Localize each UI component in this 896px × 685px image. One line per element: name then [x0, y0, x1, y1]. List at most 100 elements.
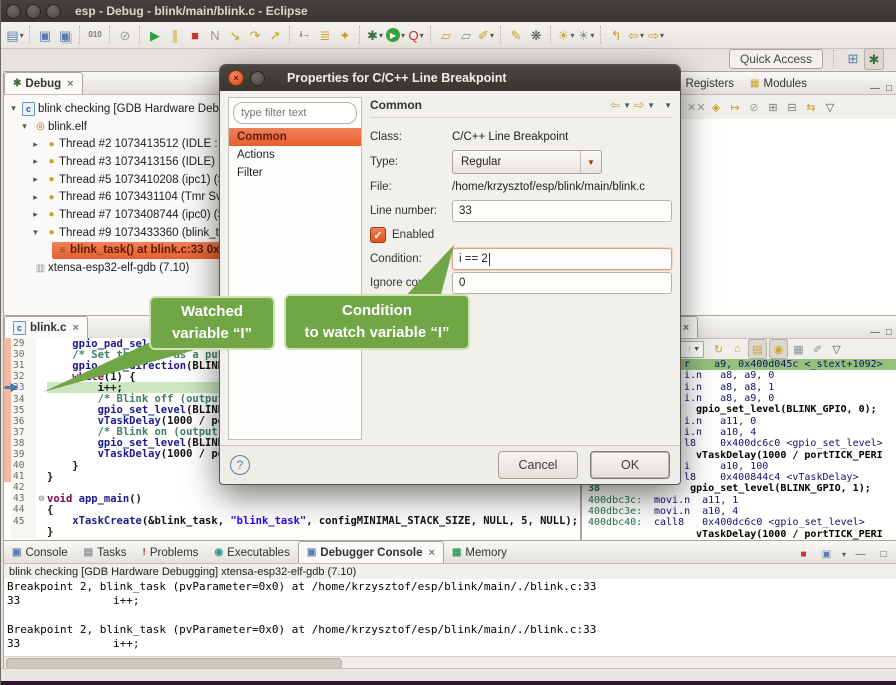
- profile-icon[interactable]: ✦: [336, 25, 354, 45]
- use-step-filters-icon[interactable]: ≣: [316, 25, 334, 45]
- dialog-nav-actions[interactable]: Actions: [229, 146, 361, 164]
- mark-occurrences-icon[interactable]: ✎: [507, 25, 525, 45]
- build-all-icon[interactable]: ❋: [527, 25, 545, 45]
- tree-collapsed-arrow-icon[interactable]: ▸: [30, 174, 41, 185]
- build-binary-icon[interactable]: 010: [86, 25, 104, 45]
- display-selected-console-icon[interactable]: ▣: [818, 545, 835, 563]
- tree-collapsed-arrow-icon[interactable]: ▸: [30, 156, 41, 167]
- collapse-all-icon[interactable]: ⊟: [783, 98, 800, 116]
- close-icon[interactable]: ×: [683, 322, 689, 334]
- dialog-nav-filter[interactable]: Filter: [229, 164, 361, 182]
- tree-collapsed-arrow-icon[interactable]: ▸: [30, 139, 41, 150]
- chevron-down-icon[interactable]: ▾: [640, 31, 644, 40]
- step-return-icon[interactable]: ↗: [266, 25, 284, 45]
- debug-icon[interactable]: ✱▾: [366, 25, 384, 45]
- instruction-stepping-icon[interactable]: i→: [296, 25, 314, 45]
- help-icon[interactable]: ?: [230, 455, 250, 475]
- chevron-down-icon[interactable]: ▾: [401, 31, 405, 40]
- tab-console[interactable]: ▣Console: [4, 542, 76, 563]
- window-close-button[interactable]: [6, 4, 21, 19]
- console-output[interactable]: Breakpoint 2, blink_task (pvParameter=0x…: [4, 579, 896, 657]
- back-icon[interactable]: ⇦: [610, 98, 620, 112]
- terminate-icon[interactable]: ■: [186, 25, 204, 45]
- terminate-console-icon[interactable]: ■: [795, 545, 812, 563]
- chevron-down-icon[interactable]: ▾: [842, 550, 846, 559]
- suspend-icon[interactable]: ∥: [166, 25, 184, 45]
- chevron-down-icon[interactable]: ▾: [420, 31, 424, 40]
- toggle-bookmarks-icon[interactable]: ☀▾: [577, 25, 595, 45]
- remove-all-breakpoints-icon[interactable]: ✕✕: [687, 98, 705, 116]
- chevron-down-icon[interactable]: ▾: [20, 31, 24, 40]
- new-icon[interactable]: ▤▾: [6, 25, 24, 45]
- ignore-count-input[interactable]: 0: [452, 272, 672, 294]
- window-minimize-button[interactable]: [26, 4, 41, 19]
- home-icon[interactable]: ⌂: [729, 340, 746, 358]
- tab-memory[interactable]: ▦Memory: [444, 542, 515, 563]
- chevron-down-icon[interactable]: ▾: [660, 31, 664, 40]
- tree-collapsed-arrow-icon[interactable]: ▸: [30, 192, 41, 203]
- type-dropdown[interactable]: Regular ▼: [452, 150, 602, 174]
- chevron-down-icon[interactable]: ▼: [689, 346, 703, 353]
- show-breakpoint-types-icon[interactable]: ◈: [707, 98, 724, 116]
- toggle-annotations-icon[interactable]: ☀▾: [557, 25, 575, 45]
- view-menu-icon[interactable]: ▽: [828, 340, 845, 358]
- tree-expanded-arrow-icon[interactable]: ▾: [30, 227, 41, 238]
- pin-editor-icon[interactable]: ✐▾: [477, 25, 495, 45]
- window-maximize-button[interactable]: [46, 4, 61, 19]
- line-number-input[interactable]: 33: [452, 200, 672, 222]
- maximize-view-icon[interactable]: □: [886, 327, 892, 338]
- run-icon[interactable]: ▶▾: [386, 25, 405, 45]
- code-line[interactable]: 43⊖void app_main(): [4, 493, 580, 504]
- tree-collapsed-arrow-icon[interactable]: ▸: [30, 209, 41, 220]
- view-menu-icon[interactable]: ▼: [664, 101, 672, 110]
- expand-all-icon[interactable]: ⊞: [764, 98, 781, 116]
- breakpoints-list-area[interactable]: [664, 119, 896, 316]
- skip-all-breakpoints-icon[interactable]: ⊘: [116, 25, 134, 45]
- code-line[interactable]: 45 xTaskCreate(&blink_task, "blink_task"…: [4, 516, 580, 527]
- chevron-down-icon[interactable]: ▾: [490, 31, 494, 40]
- close-icon[interactable]: ×: [72, 322, 78, 334]
- open-new-view-icon[interactable]: ▦: [790, 340, 807, 358]
- tree-expanded-arrow-icon[interactable]: ▾: [19, 121, 30, 132]
- open-type-icon[interactable]: ▱: [437, 25, 455, 45]
- disassembly-row[interactable]: vTaskDelay(1000 / portTICK_PERI: [582, 528, 896, 539]
- back-icon[interactable]: ⇦▾: [627, 25, 645, 45]
- minimize-view-icon[interactable]: —: [852, 545, 869, 563]
- chevron-down-icon[interactable]: ▾: [570, 31, 574, 40]
- tab-problems[interactable]: !Problems: [135, 542, 207, 563]
- save-icon[interactable]: ▣: [36, 25, 54, 45]
- step-over-icon[interactable]: ↷: [246, 25, 264, 45]
- tab-modules[interactable]: ▦Modules: [742, 73, 815, 94]
- open-perspective-icon[interactable]: ⊞: [844, 48, 862, 68]
- fold-marker-icon[interactable]: ⊖: [36, 494, 47, 504]
- sync-with-pc-icon[interactable]: ◉: [769, 339, 788, 359]
- filter-input[interactable]: [234, 106, 357, 120]
- ok-button[interactable]: OK: [590, 451, 670, 479]
- enabled-checkbox[interactable]: ✓: [370, 227, 386, 243]
- chevron-down-icon[interactable]: ▼: [623, 101, 631, 110]
- refresh-disassembly-icon[interactable]: ↻: [710, 340, 727, 358]
- disassembly-row[interactable]: 400dbc3e:movi.n a10, 4: [582, 506, 896, 517]
- goto-breakpoint-file-icon[interactable]: ↦: [726, 98, 743, 116]
- close-icon[interactable]: ×: [429, 547, 435, 559]
- disassembly-row[interactable]: 400dbc3c:movi.n a11, 1: [582, 495, 896, 506]
- skip-all-breakpoints-icon[interactable]: ⊘: [745, 98, 762, 116]
- view-menu-icon[interactable]: ▽: [821, 98, 838, 116]
- code-line[interactable]: 44{: [4, 504, 580, 515]
- maximize-view-icon[interactable]: □: [875, 545, 892, 563]
- disassembly-row[interactable]: 400dbc40:call8 0x400dc6c0 <gpio_set_leve…: [582, 517, 896, 528]
- tab-blink-c[interactable]: c blink.c ×: [4, 316, 88, 338]
- cancel-button[interactable]: Cancel: [498, 451, 578, 479]
- dialog-nav-common[interactable]: Common: [229, 128, 361, 146]
- disconnect-icon[interactable]: N: [206, 25, 224, 45]
- quick-access-button[interactable]: Quick Access: [729, 49, 823, 69]
- debug-perspective-icon[interactable]: ✱: [864, 48, 884, 70]
- tab-debugger-console[interactable]: ▣Debugger Console×: [298, 541, 444, 563]
- chevron-down-icon[interactable]: ▾: [590, 31, 594, 40]
- resume-icon[interactable]: ▶: [146, 25, 164, 45]
- code-line[interactable]: }: [4, 527, 580, 538]
- minimize-view-icon[interactable]: —: [870, 327, 880, 338]
- tab-tasks[interactable]: ▤Tasks: [76, 542, 135, 563]
- chevron-down-icon[interactable]: ▼: [647, 101, 655, 110]
- forward-icon[interactable]: ⇨▾: [647, 25, 665, 45]
